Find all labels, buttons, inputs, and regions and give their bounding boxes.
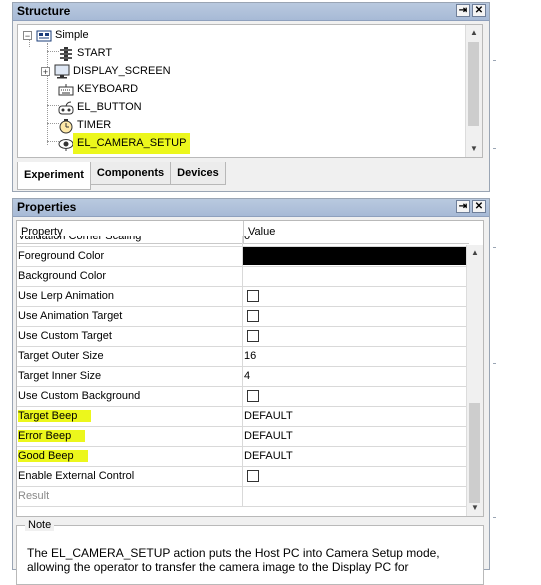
property-row[interactable]: Error Beep DEFAULT (17, 427, 469, 447)
properties-panel-header: Properties ⇥ ✕ (13, 199, 489, 217)
edge-mark (493, 148, 496, 149)
collapse-icon[interactable]: − (23, 31, 32, 41)
tree-item-label: KEYBOARD (77, 83, 139, 95)
keyboard-icon (58, 83, 74, 97)
property-grid-scrollbar[interactable]: ▲ ▼ (466, 245, 483, 516)
property-row: Result (17, 487, 469, 507)
edge-mark (493, 60, 496, 61)
camera-setup-icon (58, 137, 74, 151)
display-screen-icon (54, 64, 70, 79)
close-icon[interactable]: ✕ (472, 200, 486, 213)
property-value: 0 (244, 236, 251, 242)
property-value (243, 487, 469, 506)
use-animation-target-checkbox[interactable] (247, 310, 259, 322)
structure-panel-header: Structure ⇥ ✕ (13, 3, 489, 21)
tree-scrollbar[interactable]: ▲ ▼ (465, 25, 482, 157)
property-value[interactable]: 16 (243, 347, 469, 366)
property-name: Use Custom Target (17, 327, 243, 346)
tab-components[interactable]: Components (89, 162, 172, 185)
color-swatch[interactable] (243, 247, 469, 265)
property-value[interactable]: DEFAULT (243, 427, 469, 446)
property-name: Use Lerp Animation (17, 287, 243, 306)
property-name: Foreground Color (17, 247, 243, 266)
property-name: Validation Corner Scaling (18, 236, 142, 242)
property-row[interactable]: Target Beep DEFAULT (17, 407, 469, 427)
expand-icon[interactable]: + (41, 67, 50, 77)
pin-icon[interactable]: ⇥ (456, 200, 470, 213)
scroll-up-icon[interactable]: ▲ (467, 245, 483, 261)
property-name: Use Custom Background (17, 387, 243, 406)
structure-tabs: Experiment Components Devices (17, 162, 226, 190)
tree-item-simple[interactable]: − Simple (23, 27, 89, 44)
tab-devices[interactable]: Devices (170, 162, 226, 185)
tree-item-label: DISPLAY_SCREEN (73, 65, 171, 77)
edge-mark (493, 363, 496, 364)
property-row[interactable]: Target Outer Size 16 (17, 347, 469, 367)
property-grid: Property Value Validation Corner Scaling… (16, 220, 484, 517)
property-name: Result (17, 487, 243, 506)
use-custom-target-checkbox[interactable] (247, 330, 259, 342)
scroll-up-icon[interactable]: ▲ (466, 25, 482, 41)
note-legend: Note (25, 519, 55, 531)
property-row[interactable]: Validation Corner Scaling 0 (17, 236, 469, 247)
use-custom-background-checkbox[interactable] (247, 390, 259, 402)
tree-item-label: EL_BUTTON (77, 101, 142, 113)
property-name: Enable External Control (17, 467, 243, 486)
property-row[interactable]: Good Beep DEFAULT (17, 447, 469, 467)
property-row[interactable]: Background Color (17, 267, 469, 287)
edge-mark (493, 247, 496, 248)
start-icon (58, 46, 74, 61)
property-name: Target Beep (18, 410, 92, 422)
property-name: Use Animation Target (17, 307, 243, 326)
tree-item-el-camera-setup[interactable]: EL_CAMERA_SETUP (58, 133, 191, 154)
property-value[interactable]: DEFAULT (243, 447, 469, 466)
tree-item-label: EL_CAMERA_SETUP (73, 133, 191, 154)
property-row[interactable]: Enable External Control (17, 467, 469, 487)
property-value[interactable] (243, 267, 469, 286)
experiment-icon (36, 29, 52, 43)
note-box: Note The EL_CAMERA_SETUP action puts the… (16, 519, 484, 585)
property-row[interactable]: Foreground Color (17, 247, 469, 267)
timer-icon (58, 118, 74, 133)
tree-item-label: TIMER (77, 119, 112, 131)
scroll-thumb[interactable] (468, 42, 479, 126)
property-row[interactable]: Use Custom Background (17, 387, 469, 407)
property-name: Good Beep (18, 450, 88, 462)
property-name: Background Color (17, 267, 243, 286)
tree-item-display-screen[interactable]: + DISPLAY_SCREEN (41, 63, 171, 80)
use-lerp-animation-checkbox[interactable] (247, 290, 259, 302)
property-value[interactable] (243, 247, 469, 266)
property-value[interactable]: 4 (243, 367, 469, 386)
scroll-down-icon[interactable]: ▼ (466, 141, 482, 157)
edge-mark (493, 517, 496, 518)
property-row[interactable]: Use Custom Target (17, 327, 469, 347)
pin-icon[interactable]: ⇥ (456, 4, 470, 17)
tree-item-el-button[interactable]: EL_BUTTON (58, 99, 142, 116)
close-icon[interactable]: ✕ (472, 4, 486, 17)
structure-panel-title: Structure (17, 4, 71, 18)
property-row[interactable]: Use Lerp Animation (17, 287, 469, 307)
structure-panel: Structure ⇥ ✕ − Simple START + DISPLAY_S… (12, 2, 490, 192)
tree-item-timer[interactable]: TIMER (58, 117, 111, 134)
property-row[interactable]: Target Inner Size 4 (17, 367, 469, 387)
properties-panel: Properties ⇥ ✕ Property Value Validation… (12, 198, 490, 585)
property-name: Target Inner Size (17, 367, 243, 386)
properties-panel-title: Properties (17, 200, 77, 214)
tree-item-label: START (77, 47, 113, 59)
structure-tree: − Simple START + DISPLAY_SCREEN KEYBOARD (17, 24, 483, 158)
enable-external-control-checkbox[interactable] (247, 470, 259, 482)
tree-item-keyboard[interactable]: KEYBOARD (58, 81, 138, 98)
property-value[interactable]: DEFAULT (243, 407, 469, 426)
tree-item-start[interactable]: START (58, 45, 112, 62)
tree-item-label: Simple (55, 29, 89, 41)
property-name: Error Beep (18, 430, 86, 442)
tab-experiment[interactable]: Experiment (17, 162, 91, 190)
scroll-thumb[interactable] (469, 403, 480, 503)
property-name: Target Outer Size (17, 347, 243, 366)
scroll-down-icon[interactable]: ▼ (467, 500, 483, 516)
el-button-icon (58, 101, 74, 115)
property-row[interactable]: Use Animation Target (17, 307, 469, 327)
property-rows: Validation Corner Scaling 0 Foreground C… (17, 236, 469, 507)
